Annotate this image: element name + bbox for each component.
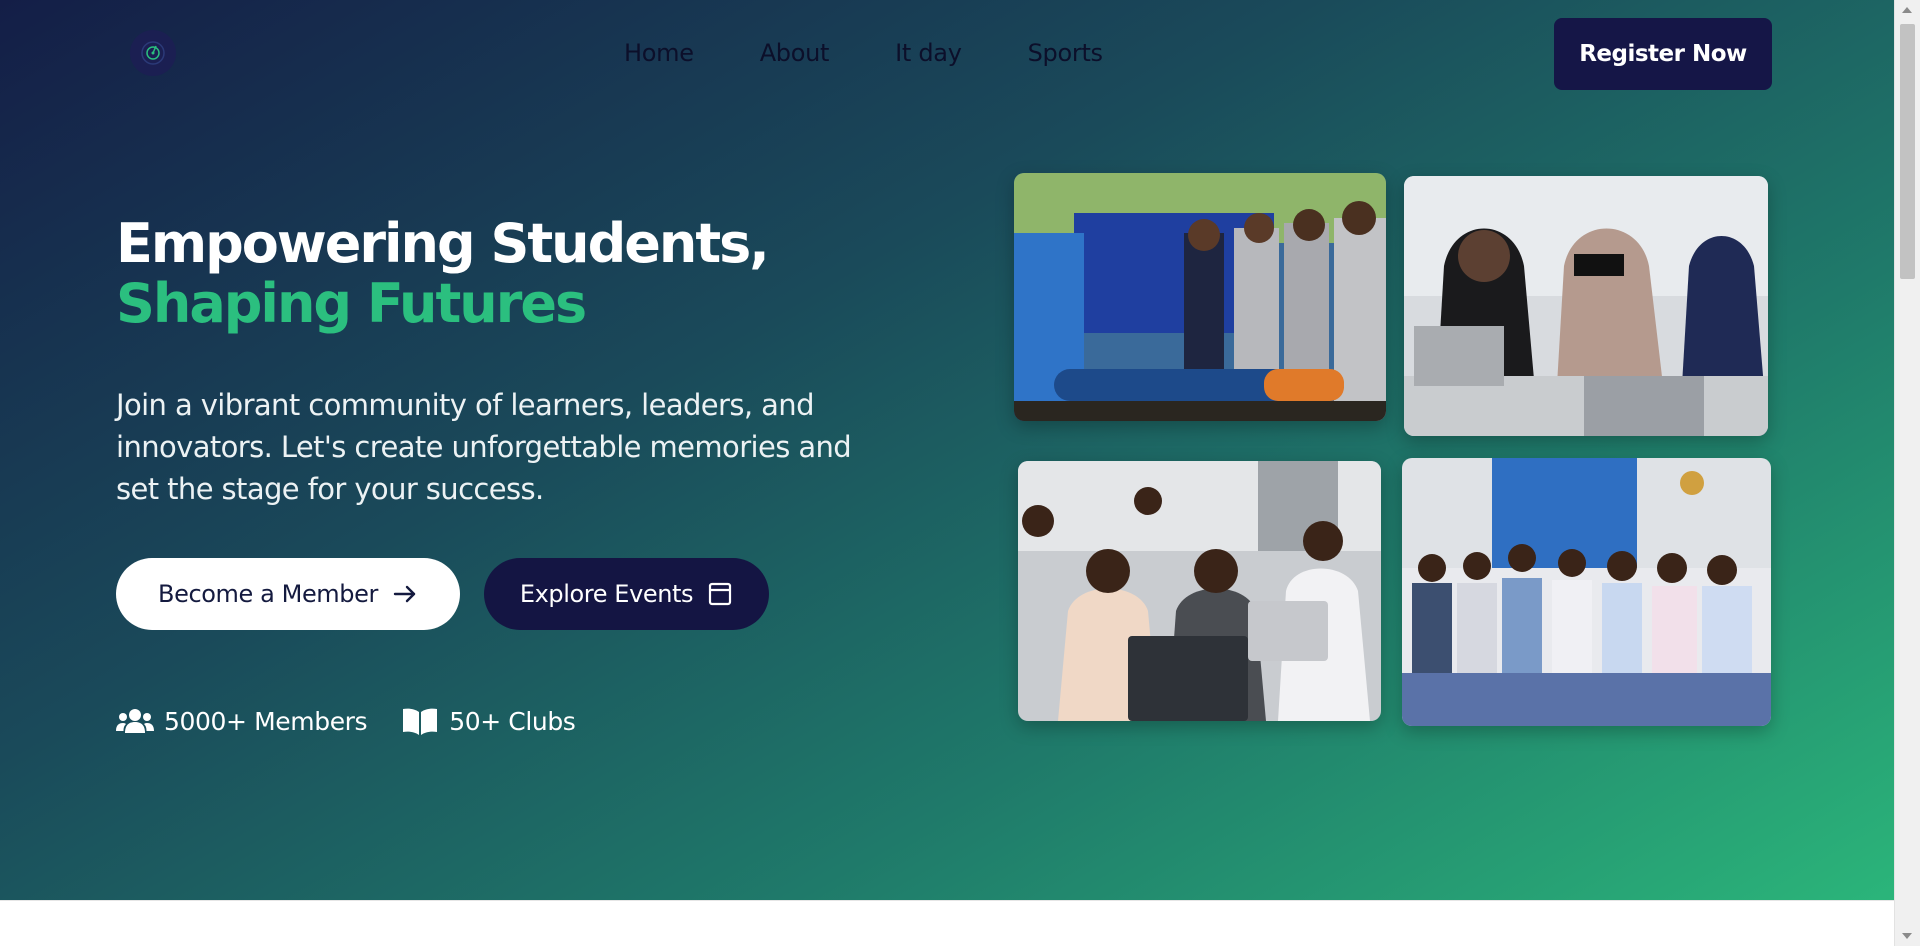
calendar-icon xyxy=(709,582,732,606)
target-icon xyxy=(141,41,165,65)
scroll-thumb[interactable] xyxy=(1900,24,1915,279)
page-scrollbar[interactable] xyxy=(1894,0,1920,946)
photo-audience xyxy=(1402,458,1771,726)
nav-item-about[interactable]: About xyxy=(760,36,830,70)
explore-events-button[interactable]: Explore Events xyxy=(484,558,769,630)
photo-women-laptops xyxy=(1404,176,1768,436)
become-member-label: Become a Member xyxy=(158,580,378,608)
book-open-icon xyxy=(403,708,438,735)
photo-handshake xyxy=(1014,173,1386,421)
headline-line-1: Empowering Students, xyxy=(116,212,770,275)
stat-clubs: 50+ Clubs xyxy=(401,706,576,736)
stat-members: 5000+ Members xyxy=(116,706,368,736)
photo-students-class xyxy=(1018,461,1381,721)
hero-headline: Empowering Students, Shaping Futures xyxy=(116,212,770,335)
stat-clubs-label: 50+ Clubs xyxy=(449,706,576,736)
stat-members-label: 5000+ Members xyxy=(164,706,368,736)
main-nav: Home About It day Sports xyxy=(624,36,1169,70)
headline-line-2: Shaping Futures xyxy=(116,272,587,335)
arrow-right-icon xyxy=(393,585,416,603)
explore-events-label: Explore Events xyxy=(519,580,694,608)
hero-section: Home About It day Sports Register Now Em… xyxy=(0,0,1895,900)
hero-stats: 5000+ Members 50+ Clubs xyxy=(116,706,609,736)
scroll-down-icon[interactable] xyxy=(1902,933,1912,939)
scroll-up-icon[interactable] xyxy=(1902,7,1912,13)
nav-item-sports[interactable]: Sports xyxy=(1028,36,1103,70)
logo[interactable] xyxy=(130,30,176,76)
nav-item-home[interactable]: Home xyxy=(624,36,694,70)
next-section xyxy=(0,900,1895,947)
become-member-button[interactable]: Become a Member xyxy=(116,558,460,630)
users-icon xyxy=(116,709,154,733)
register-now-button[interactable]: Register Now xyxy=(1554,18,1772,90)
hero-subtext: Join a vibrant community of learners, le… xyxy=(116,388,852,506)
nav-item-it-day[interactable]: It day xyxy=(895,36,962,70)
